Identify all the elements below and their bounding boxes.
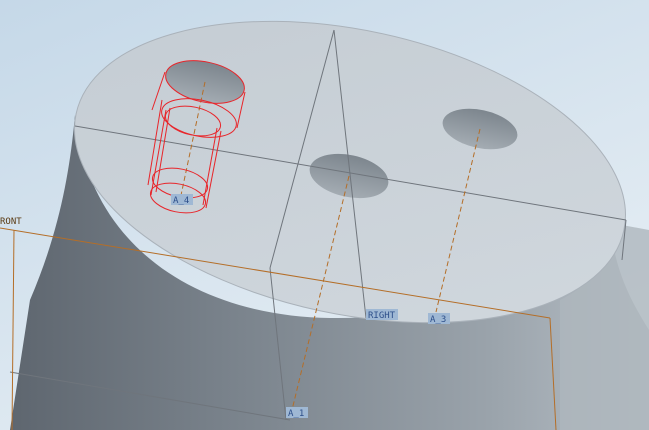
datum-label-right[interactable]: RIGHT bbox=[366, 309, 398, 321]
model-canvas[interactable]: RONT RIGHT A_3 A_1 A_4 bbox=[0, 0, 649, 430]
label-a4: A_4 bbox=[173, 196, 189, 206]
graphics-window[interactable]: RONT RIGHT A_3 A_1 A_4 bbox=[0, 0, 649, 430]
datum-label-a4[interactable]: A_4 bbox=[171, 194, 193, 206]
label-right: RIGHT bbox=[368, 311, 396, 321]
datum-label-a3[interactable]: A_3 bbox=[428, 313, 450, 325]
datum-label-a1[interactable]: A_1 bbox=[286, 407, 308, 419]
label-a1: A_1 bbox=[288, 409, 304, 419]
datum-label-front[interactable]: RONT bbox=[0, 217, 22, 227]
label-front: RONT bbox=[0, 217, 22, 227]
label-a3: A_3 bbox=[430, 315, 446, 325]
